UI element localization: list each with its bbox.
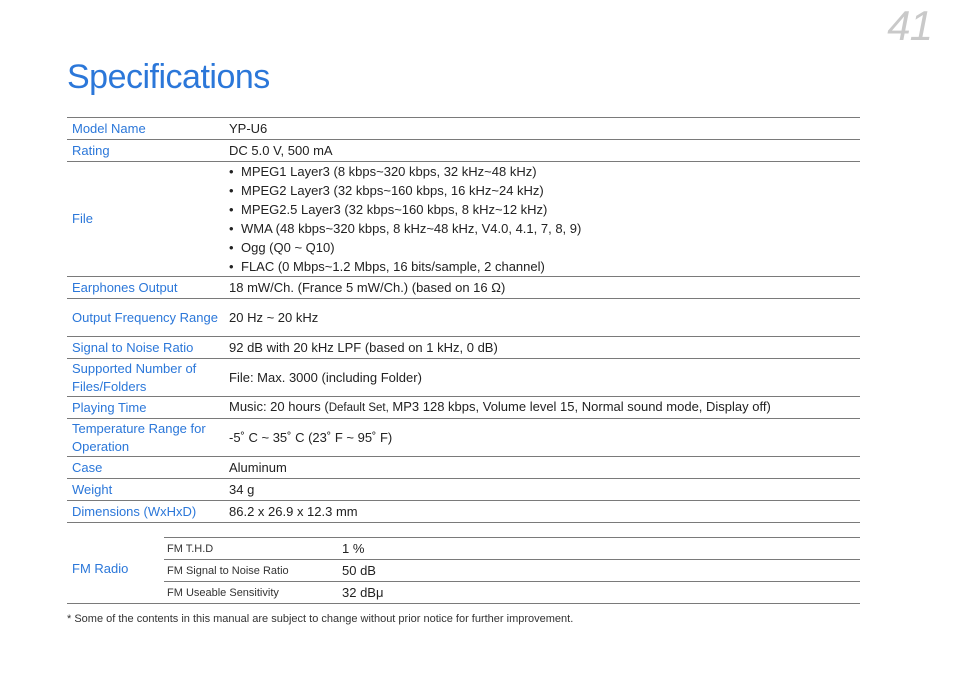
spec-label: Model Name <box>67 117 224 140</box>
spec-label: Output Frequency Range <box>67 298 224 337</box>
fm-spec-value: 1 % <box>339 537 860 560</box>
spec-value: Music: 20 hours (Default Set, MP3 128 kb… <box>224 396 860 419</box>
fm-spec-key: FM T.H.D <box>164 537 339 560</box>
spec-label: Signal to Noise Ratio <box>67 336 224 359</box>
spec-row-signal-to-noise-ratio: Signal to Noise Ratio 92 dB with 20 kHz … <box>67 336 860 359</box>
fm-spec-key: FM Useable Sensitivity <box>164 581 339 603</box>
spec-row-file: File MPEG1 Layer3 (8 kbps~320 kbps, 32 k… <box>67 161 860 277</box>
spec-row-playing-time: Playing Time Music: 20 hours (Default Se… <box>67 396 860 419</box>
spec-value: YP-U6 <box>224 117 860 140</box>
spec-row-model-name: Model Name YP-U6 <box>67 117 860 140</box>
fm-radio-label: FM Radio <box>72 561 129 576</box>
spec-label: Supported Number of Files/Folders <box>67 358 224 397</box>
page-title: Specifications <box>67 58 270 96</box>
spec-value: 20 Hz ~ 20 kHz <box>224 298 860 337</box>
spec-value: 86.2 x 26.9 x 12.3 mm <box>224 500 860 523</box>
spec-label: Rating <box>67 139 224 162</box>
table-row: FM Signal to Noise Ratio 50 dB <box>164 559 860 582</box>
spec-value: Aluminum <box>224 456 860 479</box>
spec-label: Earphones Output <box>67 276 224 299</box>
table-row: FM Useable Sensitivity 32 dBμ <box>164 581 860 603</box>
spec-row-temperature-range: Temperature Range for Operation -5˚ C ~ … <box>67 418 860 457</box>
spec-value: DC 5.0 V, 500 mA <box>224 139 860 162</box>
fm-radio-section: FM Radio FM T.H.D 1 % FM Signal to Noise… <box>67 537 860 604</box>
table-row: FM T.H.D 1 % <box>164 537 860 560</box>
fm-radio-table: FM T.H.D 1 % FM Signal to Noise Ratio 50… <box>164 537 860 603</box>
playing-time-suffix: MP3 128 kbps, Volume level 15, Normal so… <box>388 399 771 414</box>
list-item: MPEG2 Layer3 (32 kbps~160 kbps, 16 kHz~2… <box>229 181 860 200</box>
page-number: 41 <box>887 2 933 49</box>
footnote: * Some of the contents in this manual ar… <box>67 613 574 625</box>
spec-value: 92 dB with 20 kHz LPF (based on 1 kHz, 0… <box>224 336 860 359</box>
spec-row-case: Case Aluminum <box>67 456 860 479</box>
spec-label: Dimensions (WxHxD) <box>67 500 224 523</box>
spec-row-dimensions: Dimensions (WxHxD) 86.2 x 26.9 x 12.3 mm <box>67 500 860 523</box>
list-item: Ogg (Q0 ~ Q10) <box>229 238 860 257</box>
spec-row-supported-number-of-files: Supported Number of Files/Folders File: … <box>67 358 860 397</box>
file-format-list: MPEG1 Layer3 (8 kbps~320 kbps, 32 kHz~48… <box>229 162 860 276</box>
spec-row-earphones-output: Earphones Output 18 mW/Ch. (France 5 mW/… <box>67 276 860 299</box>
specifications-table: Model Name YP-U6 Rating DC 5.0 V, 500 mA… <box>67 117 860 523</box>
list-item: MPEG1 Layer3 (8 kbps~320 kbps, 32 kHz~48… <box>229 162 860 181</box>
spec-row-weight: Weight 34 g <box>67 478 860 501</box>
spec-value: File: Max. 3000 (including Folder) <box>224 358 860 397</box>
list-item: MPEG2.5 Layer3 (32 kbps~160 kbps, 8 kHz~… <box>229 200 860 219</box>
fm-spec-value: 32 dBμ <box>339 581 860 603</box>
spec-value: 34 g <box>224 478 860 501</box>
fm-spec-key: FM Signal to Noise Ratio <box>164 559 339 582</box>
spec-value: -5˚ C ~ 35˚ C (23˚ F ~ 95˚ F) <box>224 418 860 457</box>
spec-value: MPEG1 Layer3 (8 kbps~320 kbps, 32 kHz~48… <box>224 161 860 277</box>
playing-time-default-set: Default Set, <box>328 402 389 414</box>
spec-label: Temperature Range for Operation <box>67 418 224 457</box>
spec-label: Playing Time <box>67 396 224 419</box>
playing-time-prefix: Music: 20 hours ( <box>229 399 329 414</box>
fm-spec-value: 50 dB <box>339 559 860 582</box>
spec-row-rating: Rating DC 5.0 V, 500 mA <box>67 139 860 162</box>
spec-row-output-frequency-range: Output Frequency Range 20 Hz ~ 20 kHz <box>67 298 860 337</box>
list-item: WMA (48 kbps~320 kbps, 8 kHz~48 kHz, V4.… <box>229 219 860 238</box>
spec-label: Case <box>67 456 224 479</box>
spec-label: Weight <box>67 478 224 501</box>
list-item: FLAC (0 Mbps~1.2 Mbps, 16 bits/sample, 2… <box>229 257 860 276</box>
spec-value: 18 mW/Ch. (France 5 mW/Ch.) (based on 16… <box>224 276 860 299</box>
spec-label: File <box>67 161 224 277</box>
